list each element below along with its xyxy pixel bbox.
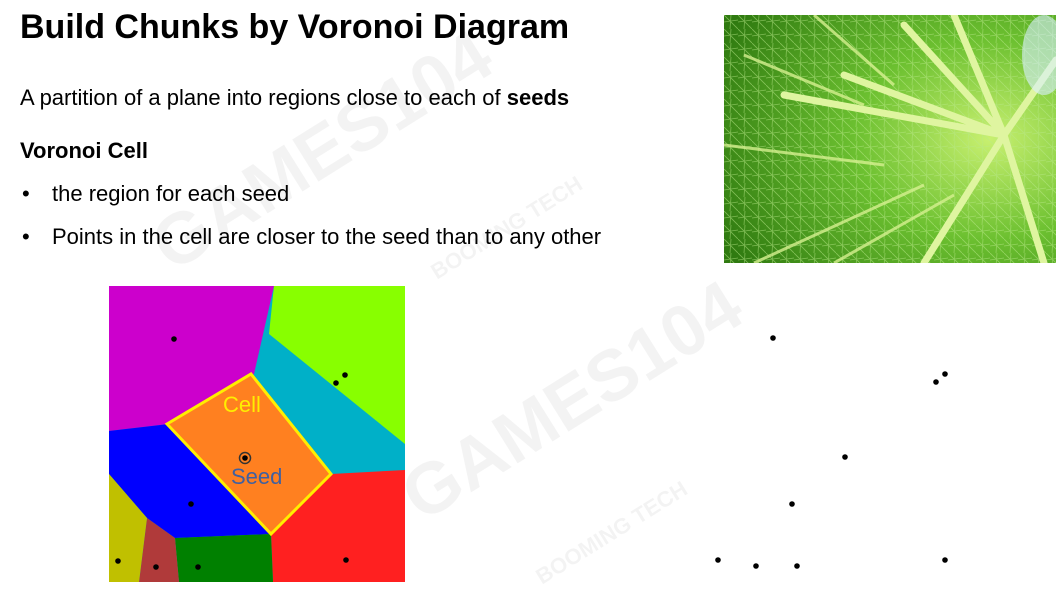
seed-point xyxy=(195,564,201,570)
intro-plain: A partition of a plane into regions clos… xyxy=(20,85,507,110)
bullet-text: the region for each seed xyxy=(52,181,290,206)
seed-point xyxy=(933,379,939,385)
bullet-item: • the region for each seed xyxy=(20,180,601,223)
intro-bold-seeds: seeds xyxy=(506,85,570,110)
seed-point xyxy=(789,501,795,507)
section-subtitle: Voronoi Cell xyxy=(20,138,148,163)
watermark-booming-tech: BOOMING TECH xyxy=(531,476,692,590)
seed-point xyxy=(942,371,948,377)
seed-point xyxy=(842,454,848,460)
seed-point xyxy=(188,501,194,507)
seed-point xyxy=(715,557,721,563)
seed-point xyxy=(171,336,177,342)
cell-region-green xyxy=(175,534,273,582)
seed-label: Seed xyxy=(231,464,282,489)
cell-label: Cell xyxy=(223,392,261,417)
seed-points-plot xyxy=(715,335,948,569)
seed-point xyxy=(770,335,776,341)
bullet-item: • Points in the cell are closer to the s… xyxy=(20,223,601,266)
leaf-vein-photo xyxy=(724,15,1056,263)
bullet-list: • the region for each seed • Points in t… xyxy=(20,180,601,266)
bullet-dot: • xyxy=(22,224,30,249)
seed-point-highlighted xyxy=(242,455,248,461)
bullet-text: Points in the cell are closer to the see… xyxy=(52,224,602,249)
intro-text: A partition of a plane into regions clos… xyxy=(20,85,569,111)
seed-point xyxy=(342,372,348,378)
seed-point xyxy=(794,563,800,569)
seed-point xyxy=(115,558,121,564)
seed-point xyxy=(333,380,339,386)
slide-title: Build Chunks by Voronoi Diagram xyxy=(20,8,570,46)
bullet-dot: • xyxy=(22,181,30,206)
seed-point xyxy=(942,557,948,563)
voronoi-diagram: Cell Seed xyxy=(109,286,405,582)
seed-point xyxy=(753,563,759,569)
seed-point xyxy=(343,557,349,563)
seed-point xyxy=(153,564,159,570)
